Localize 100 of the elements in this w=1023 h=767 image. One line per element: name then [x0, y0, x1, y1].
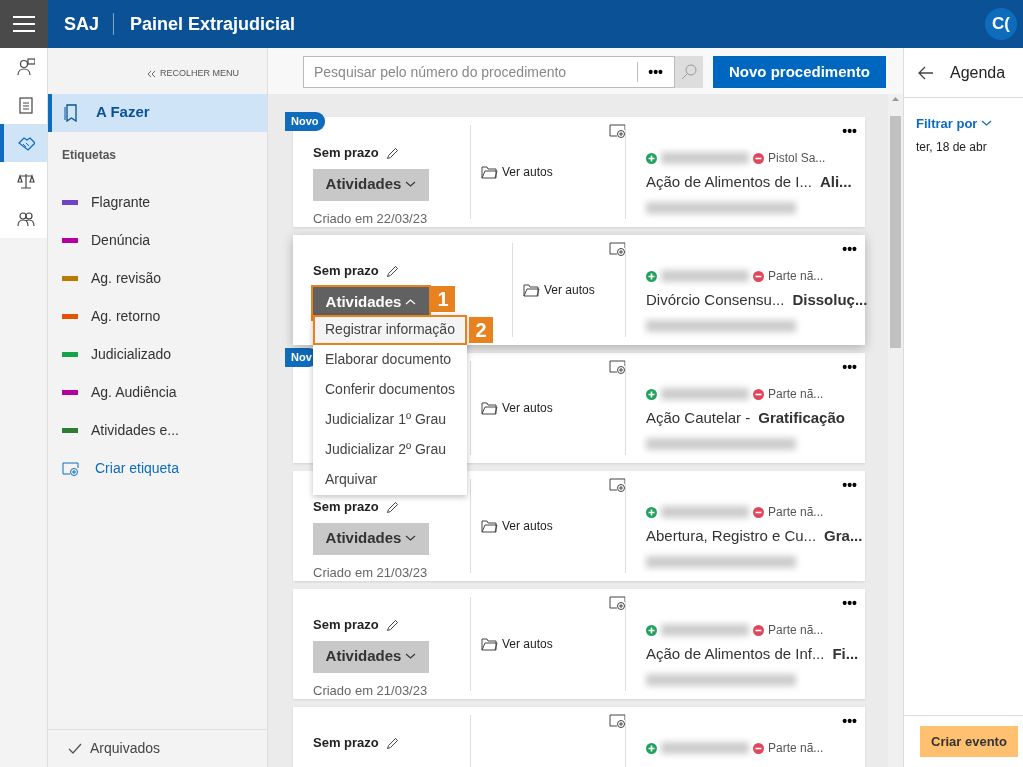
add-tag-icon	[609, 714, 626, 729]
party-label: Parte nã...	[768, 740, 824, 758]
chevron-icon	[405, 535, 417, 543]
more-options-button[interactable]: •••	[842, 711, 857, 733]
minus-circle-icon	[753, 152, 764, 164]
menu-item[interactable]: Elaborar documento	[313, 344, 467, 375]
user-avatar[interactable]: C(	[985, 8, 1017, 40]
folder-icon	[523, 283, 540, 298]
plus-circle-icon	[646, 742, 657, 754]
people-icon	[16, 210, 35, 228]
create-tag-link[interactable]: Criar etiqueta	[48, 449, 267, 488]
more-options-button[interactable]: •••	[842, 121, 857, 143]
more-options-button[interactable]: •••	[842, 475, 857, 497]
tag-item[interactable]: Judicializado	[48, 335, 267, 374]
more-options-button[interactable]: •••	[842, 239, 857, 261]
nav-item[interactable]: A Fazer	[48, 93, 267, 132]
party-label: Parte nã...	[768, 622, 824, 640]
minus-circle-icon	[753, 624, 764, 636]
plus-circle-icon	[646, 152, 657, 164]
deadline-label: Sem prazo	[313, 262, 379, 281]
search-field[interactable]: Pesquisar pelo número do procedimento •••	[303, 56, 675, 88]
minus-circle-icon	[753, 388, 764, 400]
category-text: Gra...	[824, 526, 863, 547]
subject-text: Ação de Alimentos de Inf...	[646, 644, 825, 665]
rail-button[interactable]	[0, 200, 47, 238]
create-event-button[interactable]: Criar evento	[920, 725, 1018, 758]
view-records-link[interactable]: Ver autos	[481, 163, 553, 182]
search-icon	[681, 64, 697, 80]
archived-link[interactable]: Arquivados	[48, 729, 267, 767]
menu-item[interactable]: Registrar informação	[313, 314, 467, 345]
activities-dropdown[interactable]: Atividades	[313, 522, 429, 555]
category-text: Ali...	[819, 172, 852, 193]
created-date: Criado em 21/03/23	[313, 563, 429, 582]
scrollbar-thumb[interactable]	[890, 116, 901, 349]
rail-button[interactable]	[0, 124, 47, 162]
tag-item[interactable]: Denúncia	[48, 221, 267, 260]
plus-circle-icon	[646, 624, 657, 636]
plus-circle-icon	[646, 506, 657, 518]
subject-text: Ação Cautelar -	[646, 408, 751, 429]
minus-circle-icon	[753, 270, 764, 282]
tag-item[interactable]: Ag. Audiência	[48, 373, 267, 412]
party-label: Pistol Sa...	[768, 150, 826, 168]
activities-dropdown[interactable]: Atividades	[313, 286, 429, 319]
check-icon	[68, 742, 82, 755]
scrollbar[interactable]	[888, 94, 903, 767]
pencil-icon	[386, 146, 399, 159]
add-tag-icon	[609, 124, 626, 139]
subject-text: Divórcio Consensu...	[646, 290, 785, 311]
menu-item[interactable]: Arquivar	[313, 464, 467, 495]
rail-button[interactable]	[0, 86, 47, 124]
rail-button[interactable]	[0, 48, 47, 86]
search-button[interactable]	[675, 56, 703, 88]
tag-item[interactable]: Atividades e...	[48, 411, 267, 450]
add-tag-icon	[609, 360, 626, 375]
folder-icon	[481, 637, 498, 652]
category-text: Fi...	[832, 644, 859, 665]
party-label: Parte nã...	[768, 504, 824, 522]
subject-text: Ação de Alimentos de I...	[646, 172, 812, 193]
more-options-button[interactable]: •••	[842, 357, 857, 379]
scales-icon	[16, 172, 35, 190]
chevron-icon	[405, 299, 417, 307]
pencil-icon	[386, 736, 399, 749]
step-number: 2	[469, 316, 493, 343]
section-heading: Etiquetas	[61, 146, 117, 164]
tag-item[interactable]: Flagrante	[48, 183, 267, 222]
activities-dropdown[interactable]: Atividades	[313, 168, 429, 201]
plus-circle-icon	[646, 388, 657, 400]
folder-icon	[481, 519, 498, 534]
step-number: 1	[431, 285, 455, 312]
collapse-menu-link[interactable]: RECOLHER MENU	[141, 66, 245, 82]
panel-title: Agenda	[950, 62, 1006, 83]
party-label: Parte nã...	[768, 268, 824, 286]
filter-dropdown[interactable]: Filtrar por	[916, 114, 1023, 134]
menu-item[interactable]: Judicializar 2º Grau	[313, 434, 467, 465]
subject-text: Abertura, Registro e Cu...	[646, 526, 817, 547]
new-badge: Novo	[285, 112, 325, 131]
created-date: Criado em 22/03/23	[313, 209, 429, 228]
add-tag-icon	[609, 596, 626, 611]
tag-item[interactable]: Ag. retorno	[48, 297, 267, 336]
new-procedure-button[interactable]: Novo procedimento	[713, 56, 886, 88]
view-records-link[interactable]: Ver autos	[481, 399, 553, 418]
deadline-label: Sem prazo	[313, 498, 379, 517]
back-arrow-icon	[918, 65, 934, 80]
view-records-link[interactable]: Ver autos	[523, 281, 595, 300]
menu-button[interactable]	[0, 0, 48, 48]
folder-icon	[481, 165, 498, 180]
activities-dropdown[interactable]: Atividades	[313, 640, 429, 673]
created-date: Criado em 21/03/23	[313, 681, 429, 700]
view-records-link[interactable]: Ver autos	[481, 635, 553, 654]
menu-item[interactable]: Conferir documentos	[313, 374, 467, 405]
date-label: ter, 18 de abr	[916, 138, 988, 156]
menu-item[interactable]: Judicializar 1º Grau	[313, 404, 467, 435]
rail-button[interactable]	[0, 162, 47, 200]
plus-circle-icon	[646, 270, 657, 282]
tag-item[interactable]: Ag. revisão	[48, 259, 267, 298]
view-records-link[interactable]: Ver autos	[481, 517, 553, 536]
chevron-icon	[405, 653, 417, 661]
more-options-button[interactable]: •••	[842, 593, 857, 615]
page-title: Painel Extrajudicial	[129, 12, 296, 36]
add-tag-icon	[609, 478, 626, 493]
